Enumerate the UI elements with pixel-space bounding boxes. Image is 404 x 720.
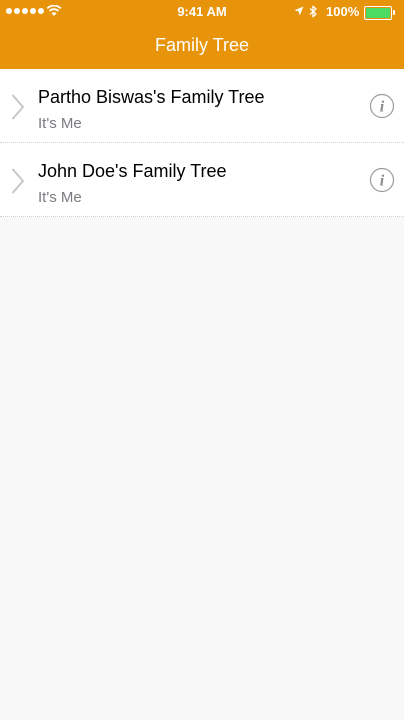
info-icon[interactable]: i — [369, 93, 395, 119]
list-item-title: John Doe's Family Tree — [38, 161, 227, 181]
battery-percentage: 100% — [326, 4, 360, 19]
info-icon[interactable]: i — [369, 167, 395, 193]
svg-text:i: i — [380, 99, 385, 116]
list-item-subtitle: It's Me — [38, 115, 82, 132]
navigation-bar: Family Tree — [0, 24, 404, 69]
location-arrow-icon — [294, 6, 304, 16]
bluetooth-icon — [309, 5, 317, 18]
chevron-right-icon — [11, 168, 25, 194]
list-item[interactable]: Partho Biswas's Family Tree It's Me i — [0, 69, 404, 143]
battery-icon — [364, 6, 395, 20]
list-item[interactable]: John Doe's Family Tree It's Me i — [0, 143, 404, 217]
chevron-right-icon — [11, 94, 25, 120]
list-item-subtitle: It's Me — [38, 189, 82, 206]
family-tree-list: Partho Biswas's Family Tree It's Me i Jo… — [0, 69, 404, 217]
svg-text:i: i — [380, 173, 385, 190]
status-bar: 9:41 AM 100% — [0, 0, 404, 24]
list-item-title: Partho Biswas's Family Tree — [38, 87, 265, 107]
page-title: Family Tree — [154, 35, 250, 55]
